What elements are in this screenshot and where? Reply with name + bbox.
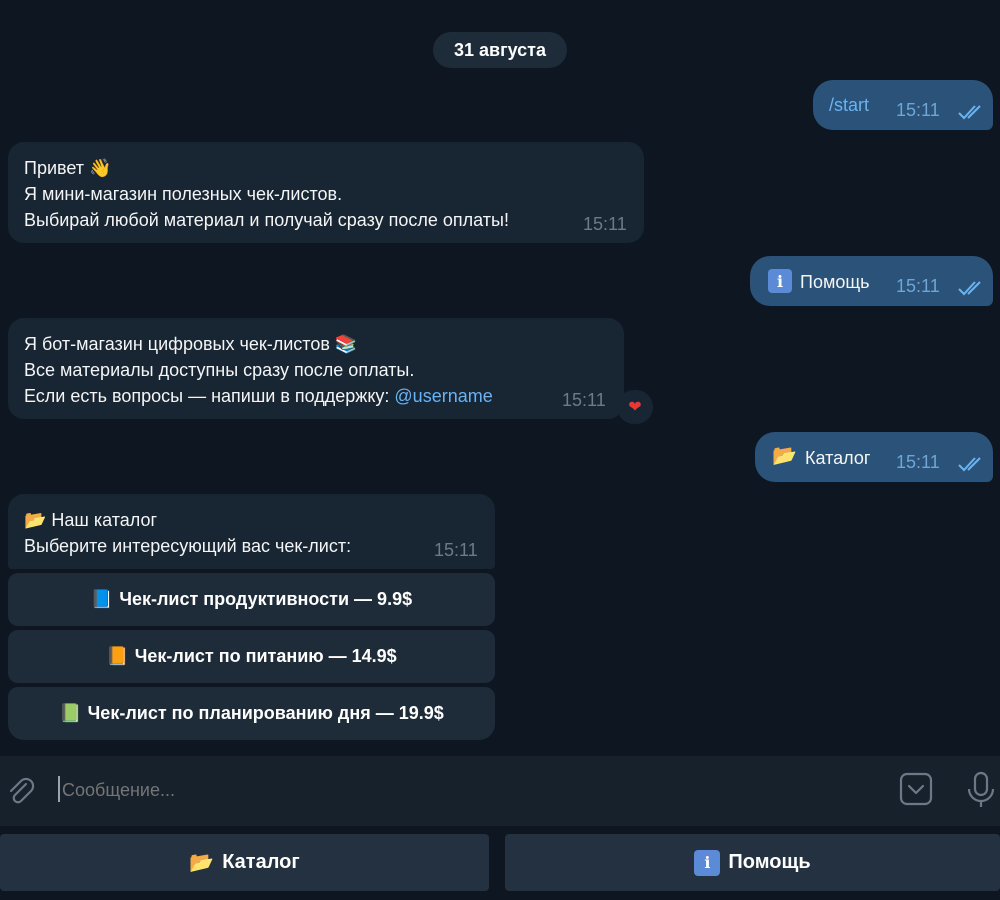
folder-icon: 📂 <box>189 852 215 874</box>
folder-icon: 📂 <box>772 445 797 467</box>
inline-button-planning[interactable]: 📗 Чек-лист по планированию дня — 19.9$ <box>8 687 495 740</box>
message-line: Выбирай любой материал и получай сразу п… <box>24 210 509 230</box>
message-text: Каталог <box>805 448 871 468</box>
orange-book-icon: 📙 <box>106 646 129 666</box>
read-ticks-icon <box>958 105 981 120</box>
message-time: 15:11 <box>896 100 940 120</box>
message-time: 15:11 <box>562 390 606 410</box>
incoming-message-about[interactable]: Я бот-магазин цифровых чек-листов 📚 Все … <box>8 318 624 419</box>
message-time: 15:11 <box>434 540 478 560</box>
microphone-icon[interactable] <box>964 770 998 810</box>
incoming-message-welcome[interactable]: Привет 👋 Я мини-магазин полезных чек-лис… <box>8 142 644 243</box>
message-time: 15:11 <box>896 452 940 472</box>
inline-button-nutrition[interactable]: 📙 Чек-лист по питанию — 14.9$ <box>8 630 495 683</box>
read-ticks-icon <box>958 281 981 296</box>
message-input[interactable] <box>60 770 884 810</box>
message-line: Если есть вопросы — напиши в поддержку: … <box>24 383 608 409</box>
message-text: /start <box>829 95 870 115</box>
heart-reaction-icon[interactable]: ❤ <box>617 390 653 424</box>
info-icon: i <box>768 269 792 293</box>
button-label: Каталог <box>222 851 300 873</box>
catalog-subtitle: Выберите интересующий вас чек-лист: <box>24 536 352 556</box>
catalog-title: 📂 Наш каталог <box>24 510 158 530</box>
blue-book-icon: 📘 <box>90 589 114 609</box>
attach-icon[interactable] <box>4 774 38 808</box>
reply-button-help[interactable]: i Помощь <box>505 834 1000 891</box>
message-text: Если есть вопросы — напиши в поддержку: <box>24 386 395 406</box>
button-label: Чек-лист по планированию дня — 19.9$ <box>87 703 444 723</box>
button-label: Помощь <box>728 851 811 873</box>
button-label: Чек-лист продуктивности — 9.9$ <box>119 589 413 609</box>
message-time: 15:11 <box>896 276 940 296</box>
info-icon: i <box>694 849 721 876</box>
bot-keyboard-icon[interactable] <box>898 771 934 807</box>
inline-button-productivity[interactable]: 📘 Чек-лист продуктивности — 9.9$ <box>8 573 495 626</box>
username-link[interactable]: @username <box>394 386 492 406</box>
reply-button-catalog[interactable]: 📂 Каталог <box>0 834 489 891</box>
chat-area: 31 августа /start Привет 👋 Я мини-магази… <box>0 0 1000 756</box>
message-text: Помощь <box>800 272 870 292</box>
message-time: 15:11 <box>583 214 627 234</box>
button-label: Чек-лист по питанию — 14.9$ <box>134 646 397 666</box>
message-line: Привет 👋 <box>24 158 112 178</box>
message-line: Я бот-магазин цифровых чек-листов 📚 <box>24 334 358 354</box>
message-line: Я мини-магазин полезных чек-листов. <box>24 184 343 204</box>
read-ticks-icon <box>958 457 981 472</box>
message-line: Все материалы доступны сразу после оплат… <box>24 360 415 380</box>
incoming-message-catalog[interactable]: 📂 Наш каталог Выберите интересующий вас … <box>8 494 495 569</box>
date-divider: 31 августа <box>433 32 567 68</box>
green-book-icon: 📗 <box>59 703 82 723</box>
